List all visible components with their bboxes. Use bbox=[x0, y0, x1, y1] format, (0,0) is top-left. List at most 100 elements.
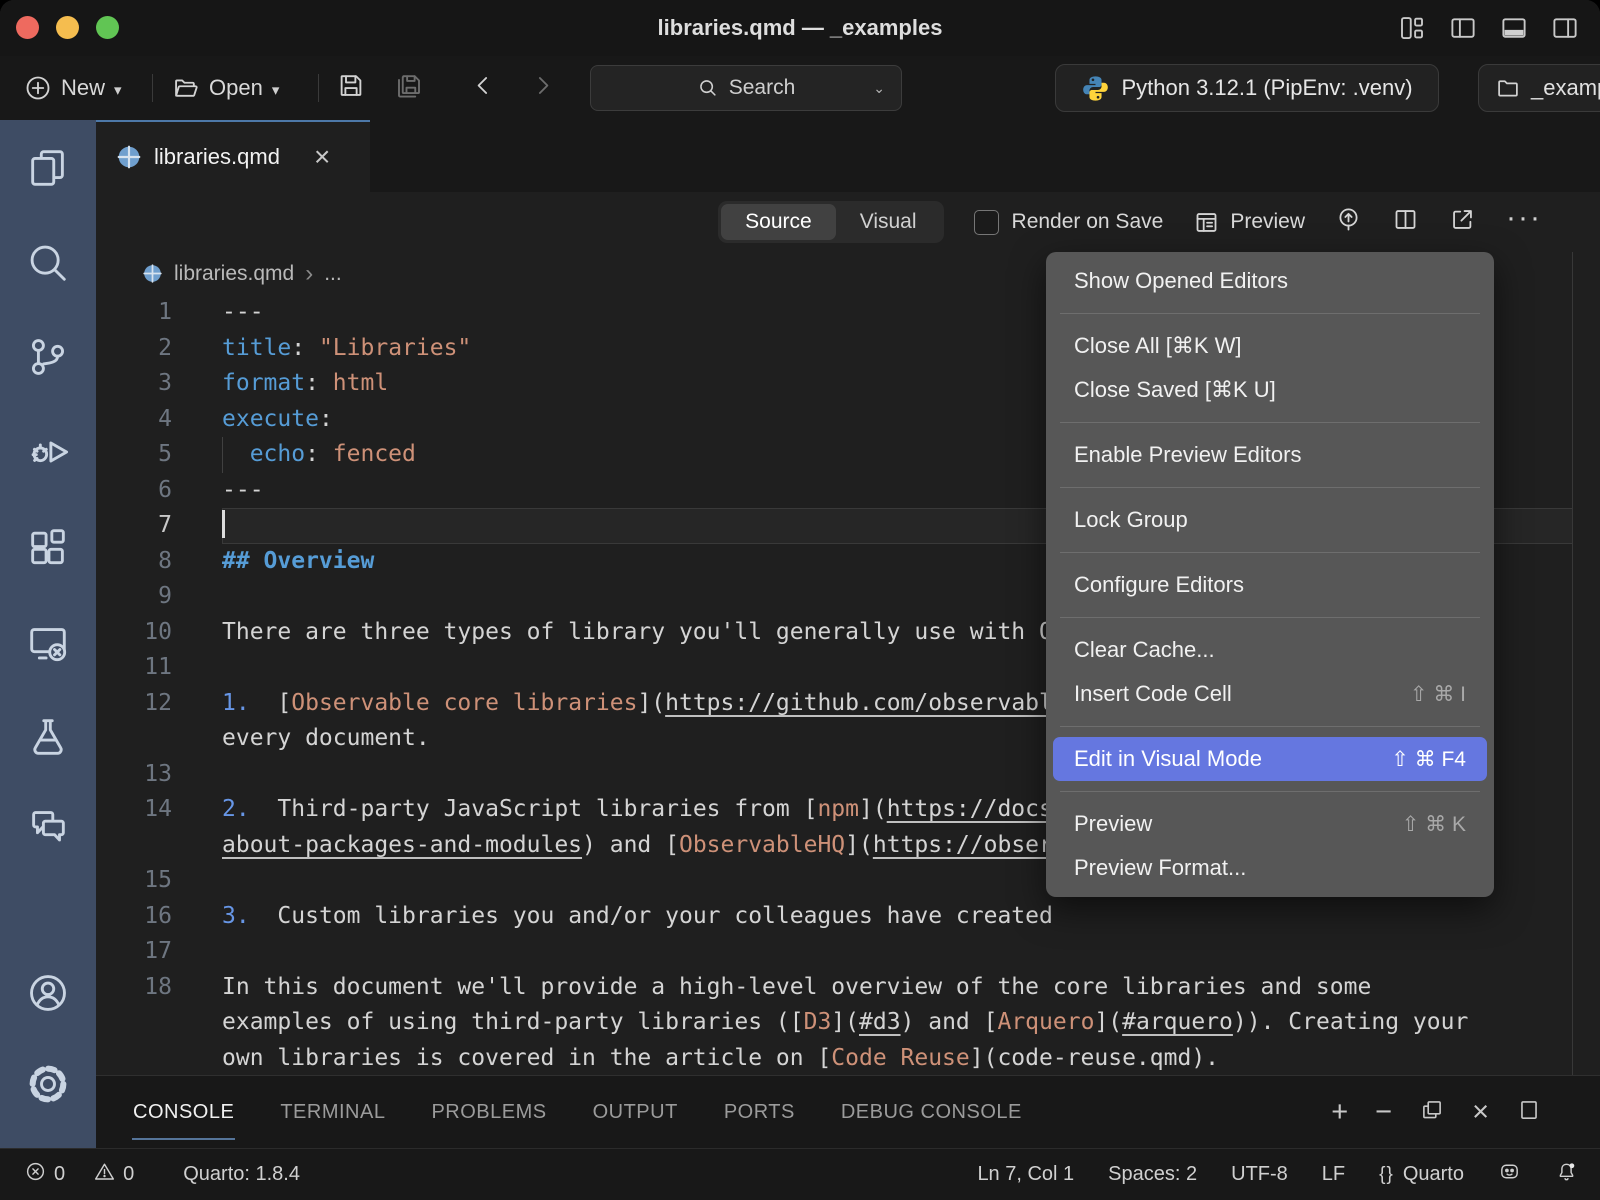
search-sidebar-icon[interactable] bbox=[25, 240, 71, 286]
panel-tab-console[interactable]: CONSOLE bbox=[110, 1076, 257, 1148]
new-console-plus-icon[interactable]: + bbox=[1331, 1098, 1348, 1127]
menu-item[interactable]: Preview⇧ ⌘ K bbox=[1046, 802, 1494, 846]
menu-item[interactable]: Insert Code Cell⇧ ⌘ I bbox=[1046, 672, 1494, 716]
menu-item[interactable]: Close Saved [⌘K U] bbox=[1046, 368, 1494, 412]
error-icon[interactable] bbox=[24, 1160, 47, 1189]
render-document-button[interactable] bbox=[1335, 206, 1362, 238]
line-number: 18 bbox=[96, 970, 172, 1006]
sessions-icon[interactable] bbox=[25, 620, 71, 666]
chevron-down-icon: ▾ bbox=[272, 81, 280, 99]
preview-button[interactable]: Preview bbox=[1193, 209, 1305, 236]
menu-item[interactable]: Lock Group bbox=[1046, 498, 1494, 542]
line-number: 14 bbox=[96, 792, 172, 828]
open-in-new-window-button[interactable] bbox=[1449, 206, 1476, 238]
language-mode[interactable]: {} Quarto bbox=[1379, 1163, 1464, 1186]
save-button[interactable] bbox=[336, 71, 366, 106]
indentation[interactable]: Spaces: 2 bbox=[1108, 1163, 1197, 1186]
menu-item[interactable]: Preview Format... bbox=[1046, 846, 1494, 890]
notifications-bell-icon[interactable] bbox=[1555, 1160, 1578, 1189]
comments-icon[interactable] bbox=[25, 803, 71, 849]
panel-tab-problems[interactable]: PROBLEMS bbox=[408, 1076, 569, 1148]
menu-item[interactable]: Clear Cache... bbox=[1046, 628, 1494, 672]
save-all-icon bbox=[394, 71, 424, 101]
menu-item[interactable]: Edit in Visual Mode⇧ ⌘ F4 bbox=[1053, 737, 1487, 781]
menu-item[interactable]: Enable Preview Editors bbox=[1046, 433, 1494, 477]
restore-panel-icon[interactable] bbox=[1419, 1097, 1445, 1128]
menu-item-label: Preview Format... bbox=[1074, 855, 1246, 881]
menu-item[interactable]: Configure Editors bbox=[1046, 563, 1494, 607]
open-button[interactable]: Open ▾ bbox=[172, 74, 279, 102]
account-icon[interactable] bbox=[25, 970, 71, 1016]
minimize-panel-icon[interactable]: − bbox=[1375, 1098, 1392, 1127]
render-on-save-checkbox[interactable] bbox=[974, 210, 999, 235]
testing-icon[interactable] bbox=[25, 714, 71, 760]
line-number: 16 bbox=[96, 899, 172, 935]
customize-layout-icon[interactable] bbox=[1397, 13, 1427, 48]
folder-open-icon bbox=[172, 74, 200, 102]
split-editor-button[interactable] bbox=[1392, 206, 1419, 238]
editor-scrollbar-track[interactable] bbox=[1572, 252, 1573, 1075]
panel-tab-debug-console[interactable]: DEBUG CONSOLE bbox=[818, 1076, 1045, 1148]
save-all-button[interactable] bbox=[394, 71, 424, 106]
code-row[interactable]: 18In this document we'll provide a high-… bbox=[96, 970, 1600, 1006]
save-icon bbox=[336, 71, 366, 101]
chevron-right-icon: › bbox=[305, 260, 313, 288]
toolbar-divider bbox=[318, 74, 319, 102]
line-number: 10 bbox=[96, 615, 172, 651]
quarto-version[interactable]: Quarto: 1.8.4 bbox=[183, 1163, 300, 1186]
new-button[interactable]: New ▾ bbox=[24, 74, 122, 102]
menu-item[interactable]: Show Opened Editors bbox=[1046, 259, 1494, 303]
explorer-icon[interactable] bbox=[25, 145, 71, 191]
panel-tab-terminal[interactable]: TERMINAL bbox=[257, 1076, 408, 1148]
encoding[interactable]: UTF-8 bbox=[1231, 1163, 1288, 1186]
panel-tab-ports[interactable]: PORTS bbox=[701, 1076, 818, 1148]
close-panel-icon[interactable]: × bbox=[1472, 1098, 1489, 1127]
breadcrumb-more[interactable]: ... bbox=[324, 262, 342, 286]
editor-context-menu: Show Opened Editors Close All [⌘K W]Close… bbox=[1046, 252, 1494, 897]
search-input[interactable]: Search ⌄ bbox=[590, 65, 902, 111]
code-row[interactable]: 17 bbox=[96, 934, 1600, 970]
search-placeholder: Search bbox=[729, 76, 796, 100]
panel-tab-output[interactable]: OUTPUT bbox=[570, 1076, 701, 1148]
project-button[interactable]: _examples bbox=[1478, 64, 1600, 112]
menu-item-label: Configure Editors bbox=[1074, 572, 1244, 598]
error-count[interactable]: 0 bbox=[54, 1163, 65, 1186]
close-tab-icon[interactable]: × bbox=[314, 143, 330, 171]
source-mode-button[interactable]: Source bbox=[721, 204, 836, 240]
quarto-file-icon bbox=[116, 144, 142, 170]
copilot-icon[interactable] bbox=[1498, 1160, 1521, 1189]
line-number: 5 bbox=[96, 437, 172, 473]
visual-mode-button[interactable]: Visual bbox=[836, 204, 941, 240]
preview-label: Preview bbox=[1230, 210, 1305, 234]
status-bar: 0 0 Quarto: 1.8.4 Ln 7, Col 1 Spaces: 2 … bbox=[0, 1148, 1600, 1200]
warning-count[interactable]: 0 bbox=[123, 1163, 134, 1186]
warning-icon[interactable] bbox=[93, 1160, 116, 1189]
run-debug-icon[interactable] bbox=[25, 429, 71, 475]
menu-divider bbox=[1060, 552, 1480, 553]
code-row[interactable]: examples of using third-party libraries … bbox=[96, 1005, 1600, 1041]
toggle-panel-icon[interactable] bbox=[1499, 13, 1529, 48]
navigate-back-button[interactable] bbox=[468, 71, 498, 106]
tab-libraries-qmd[interactable]: libraries.qmd × bbox=[96, 120, 370, 192]
panel-layout-icon[interactable] bbox=[1516, 1097, 1542, 1128]
extensions-icon[interactable] bbox=[25, 524, 71, 570]
navigate-forward-button[interactable] bbox=[528, 71, 558, 106]
toggle-primary-sidebar-icon[interactable] bbox=[1448, 13, 1478, 48]
text-cursor bbox=[222, 510, 225, 538]
code-row[interactable]: 163. Custom libraries you and/or your co… bbox=[96, 899, 1600, 935]
source-control-icon[interactable] bbox=[25, 334, 71, 380]
breadcrumb-file[interactable]: libraries.qmd bbox=[174, 262, 294, 286]
render-on-save-control[interactable]: Render on Save bbox=[974, 210, 1164, 235]
tab-label: libraries.qmd bbox=[154, 144, 280, 170]
line-number: 11 bbox=[96, 650, 172, 686]
line-number: 15 bbox=[96, 863, 172, 899]
code-text: title: "Libraries" bbox=[222, 331, 471, 367]
toggle-secondary-sidebar-icon[interactable] bbox=[1550, 13, 1580, 48]
settings-gear-icon[interactable] bbox=[25, 1061, 71, 1107]
cursor-position[interactable]: Ln 7, Col 1 bbox=[977, 1163, 1074, 1186]
panel-actions: + − × bbox=[1331, 1076, 1542, 1148]
eol-sequence[interactable]: LF bbox=[1322, 1163, 1345, 1186]
interpreter-selector[interactable]: Python 3.12.1 (PipEnv: .venv) bbox=[1055, 64, 1439, 112]
code-row[interactable]: own libraries is covered in the article … bbox=[96, 1041, 1600, 1076]
menu-item[interactable]: Close All [⌘K W] bbox=[1046, 324, 1494, 368]
